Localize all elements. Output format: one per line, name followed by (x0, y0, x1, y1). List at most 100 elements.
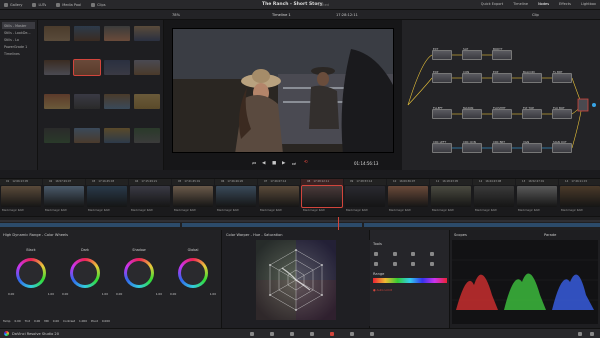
still-thumbnail[interactable]: 2.1.2 (44, 128, 70, 143)
range-bar[interactable] (373, 278, 447, 283)
color-wheel[interactable] (124, 258, 154, 288)
color-node[interactable]: CRC BRT (492, 140, 512, 153)
color-wheel[interactable] (178, 258, 208, 288)
color-node[interactable]: BODYT (492, 47, 512, 60)
color-node[interactable]: EXP (432, 70, 452, 83)
gallery-button[interactable]: Gallery (4, 2, 22, 7)
color-node[interactable]: SIGN OUT (552, 140, 572, 153)
color-node[interactable]: FLUSHHT (492, 106, 512, 119)
play-reverse-button[interactable]: ◀ (262, 161, 265, 166)
lightbox-button[interactable]: Lightbox (581, 2, 596, 6)
clip-thumbnail[interactable]: 05 17:21:45:01 Blackmagic RAW (172, 179, 214, 215)
clip-thumbnail[interactable]: 12 16:24:23:08 Blackmagic RAW (473, 179, 515, 215)
settings-icon[interactable] (590, 332, 594, 336)
zoom-level[interactable]: 78% (172, 13, 180, 17)
still-thumbnail[interactable]: 1.10.1 (44, 94, 70, 109)
color-wheel[interactable] (16, 258, 46, 288)
settings-icon[interactable] (429, 262, 434, 266)
color-node[interactable]: CON (462, 70, 482, 83)
timeline-selector[interactable]: Timeline 1 (272, 13, 291, 17)
wheel-shadow[interactable]: Shadow 0.00 1.00 (112, 248, 166, 296)
color-node[interactable]: FL BRT (552, 70, 572, 83)
clip-thumbnail[interactable]: 07 17:26:07:14 Blackmagic RAW (258, 179, 300, 215)
still-thumbnail[interactable]: 1.6.1 (73, 59, 101, 76)
still-thumbnail[interactable]: 2.1.3 (74, 128, 100, 143)
fusion-page-icon[interactable] (310, 332, 314, 336)
color-node[interactable]: SAT (462, 47, 482, 60)
scope-mode-selector[interactable]: Parade (544, 233, 556, 237)
color-node[interactable]: EXT (432, 47, 452, 60)
still-thumbnail[interactable]: 1.1.1 (44, 26, 70, 41)
still-thumbnail[interactable]: 1.7.1 (104, 60, 130, 75)
fairlight-page-icon[interactable] (350, 332, 354, 336)
timeline-button[interactable]: Timeline (513, 2, 528, 6)
clip-thumbnail[interactable]: 06 17:26:26:20 Blackmagic RAW (215, 179, 257, 215)
color-node[interactable]: EXP (492, 70, 512, 83)
cut-page-icon[interactable] (270, 332, 274, 336)
nodes-button[interactable]: Nodes (538, 2, 549, 6)
album-item[interactable]: Stills - Master (2, 22, 35, 29)
still-thumbnail[interactable]: 2.1.1 (134, 94, 160, 109)
clip-thumbnail[interactable]: 10 16:09:36:07 Blackmagic RAW (387, 179, 429, 215)
clip-thumbnail[interactable]: 03 17:16:45:03 Blackmagic RAW (86, 179, 128, 215)
play-button[interactable]: ▶ (282, 161, 285, 166)
still-thumbnail[interactable]: 1.9.1 (104, 94, 130, 109)
color-node[interactable]: CRC LEFT (432, 140, 452, 153)
clips-button[interactable]: Clips (91, 2, 106, 7)
color-node[interactable]: FLU BOT (552, 106, 572, 119)
album-item[interactable]: Timelines (2, 50, 35, 57)
still-thumbnail[interactable]: 1.10.1 (74, 94, 100, 109)
go-start-button[interactable]: ⏮ (252, 161, 256, 167)
still-thumbnail[interactable]: 1.4.1 (134, 26, 160, 41)
still-thumbnail[interactable]: 1.8.1 (134, 60, 160, 75)
warper-grid[interactable] (222, 240, 370, 326)
color-node[interactable]: CRC CDN (462, 140, 482, 153)
color-node[interactable]: FLT TOP (522, 106, 542, 119)
quick-export-button[interactable]: Quick Export (481, 2, 503, 6)
lock-icon[interactable] (411, 262, 415, 266)
luts-button[interactable]: LUTs (32, 2, 46, 7)
color-node[interactable]: MAXON (462, 106, 482, 119)
still-thumbnail[interactable]: 1.2.1 (74, 26, 100, 41)
still-thumbnail[interactable]: 3.3.1 (134, 128, 160, 143)
still-thumbnail[interactable]: 1.5.1 (44, 60, 70, 75)
color-node[interactable]: VGN (522, 140, 542, 153)
clip-thumbnail[interactable]: 13 16:52:27:01 Blackmagic RAW (516, 179, 558, 215)
go-end-button[interactable]: ⏭ (292, 161, 296, 167)
clip-thumbnail[interactable]: 09 17:28:53:14 Blackmagic RAW (344, 179, 386, 215)
grid-icon[interactable] (392, 262, 397, 266)
color-page-icon[interactable] (330, 332, 334, 336)
color-wheel[interactable] (70, 258, 100, 288)
still-thumbnail[interactable]: 3.2.1 (104, 128, 130, 143)
clip-thumbnail[interactable]: 01 12:06:13:05 Blackmagic RAW (0, 179, 42, 215)
deliver-page-icon[interactable] (370, 332, 374, 336)
color-node[interactable]: BALCON (522, 70, 542, 83)
clip-thumbnail[interactable]: 14 17:26:11:15 Blackmagic RAW (559, 179, 600, 215)
color-node[interactable]: FLLEFT (432, 106, 452, 119)
wheel-black[interactable]: Black 0.00 1.00 (4, 248, 58, 296)
remove-icon[interactable] (411, 252, 415, 256)
clip-thumbnail[interactable]: 08 17:28:12:11 Blackmagic RAW (301, 179, 343, 215)
wheel-dark[interactable]: Dark 0.00 1.00 (58, 248, 112, 296)
mask-icon[interactable] (374, 262, 378, 266)
clip-thumbnail[interactable]: 04 17:15:29:21 Blackmagic RAW (129, 179, 171, 215)
still-thumbnail[interactable]: 1.3.1 (104, 26, 130, 41)
album-item[interactable]: PowerGrade 1 (2, 43, 35, 50)
stop-button[interactable]: ■ (272, 161, 276, 166)
wheel-global[interactable]: Global 0.00 1.00 (166, 248, 220, 296)
home-icon[interactable] (578, 332, 582, 336)
auto-limit-toggle[interactable]: ● Auto Limit (373, 288, 392, 292)
clip-thumbnail[interactable]: 11 16:18:23:05 Blackmagic RAW (430, 179, 472, 215)
add-icon[interactable] (392, 252, 397, 256)
effects-button[interactable]: Effects (559, 2, 571, 6)
node-mode-selector[interactable]: Clip (532, 13, 539, 17)
edit-page-icon[interactable] (290, 332, 294, 336)
media-pool-button[interactable]: Media Pool (56, 2, 81, 7)
picker-icon[interactable] (374, 252, 378, 256)
loop-icon[interactable]: ⟲ (304, 160, 308, 165)
reset-icon[interactable] (429, 252, 434, 256)
album-item[interactable]: Stills - Lo (2, 36, 35, 43)
media-page-icon[interactable] (250, 332, 254, 336)
clip-thumbnail[interactable]: 02 16:57:29:07 Blackmagic RAW (43, 179, 85, 215)
album-item[interactable]: Stills - LookDe... (2, 29, 35, 36)
